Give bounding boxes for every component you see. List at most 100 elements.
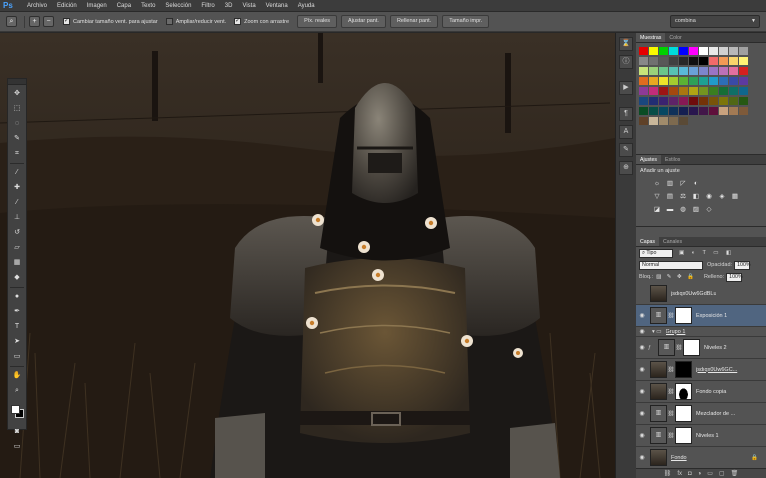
color-swatch[interactable]	[639, 107, 648, 115]
color-swatch[interactable]	[659, 57, 668, 65]
menu-seleccion[interactable]: Selección	[160, 0, 196, 12]
visibility-eye-icon[interactable]: ◉	[636, 410, 648, 417]
lasso-icon[interactable]: ◌	[10, 118, 24, 130]
levels-icon[interactable]: ▥	[665, 179, 675, 188]
color-swatch[interactable]	[639, 67, 648, 75]
color-swatch[interactable]	[699, 67, 708, 75]
layer-row[interactable]: ◉ ⛓ Fondo copia	[636, 381, 766, 403]
color-swatch[interactable]	[649, 97, 658, 105]
zoom-in-icon[interactable]: +	[29, 16, 40, 27]
menu-texto[interactable]: Texto	[136, 0, 160, 12]
chain-link-icon[interactable]: ⛓	[667, 367, 675, 373]
character-icon[interactable]: A	[619, 125, 633, 139]
color-swatch[interactable]	[649, 117, 658, 125]
color-swatch[interactable]	[659, 107, 668, 115]
color-swatch[interactable]	[639, 97, 648, 105]
color-swatch[interactable]	[679, 87, 688, 95]
layer-row[interactable]: ◉ ▥ ⛓ Mezclador de ...	[636, 403, 766, 425]
color-swatch[interactable]	[689, 47, 698, 55]
new-layer-icon[interactable]: ▢	[719, 469, 725, 478]
exposure-icon[interactable]: ◐	[691, 179, 701, 188]
layer-row[interactable]: ◉ Fondo 🔒	[636, 447, 766, 469]
menu-imagen[interactable]: Imagen	[82, 0, 112, 12]
workspace-select[interactable]: combina ▼	[670, 15, 760, 28]
visibility-eye-icon[interactable]: ◉	[636, 366, 648, 373]
fill-screen-button[interactable]: Rellenar pant.	[389, 15, 439, 28]
invert-icon[interactable]: ◪	[652, 205, 662, 214]
color-swatch[interactable]	[639, 47, 648, 55]
color-swatch[interactable]	[649, 47, 658, 55]
color-swatch[interactable]	[699, 57, 708, 65]
toolbar-grip[interactable]	[8, 79, 26, 85]
color-swatch[interactable]	[639, 87, 648, 95]
color-swatch[interactable]	[709, 47, 718, 55]
lookup-icon[interactable]: ▦	[730, 192, 740, 201]
layer-mask-thumbnail[interactable]	[675, 405, 692, 422]
layer-mask-thumbnail[interactable]	[675, 361, 692, 378]
color-swatch[interactable]	[699, 97, 708, 105]
threshold-icon[interactable]: ◍	[678, 205, 688, 214]
color-swatch[interactable]	[679, 47, 688, 55]
color-swatch[interactable]	[699, 47, 708, 55]
menu-ventana[interactable]: Ventana	[261, 0, 293, 12]
color-swatch[interactable]	[729, 77, 738, 85]
color-swatch[interactable]	[729, 47, 738, 55]
color-swatch[interactable]	[669, 107, 678, 115]
layer-thumbnail[interactable]	[650, 361, 667, 378]
clone-source-icon[interactable]: ⊕	[619, 161, 633, 175]
menu-archivo[interactable]: Archivo	[22, 0, 52, 12]
color-swatch[interactable]	[659, 87, 668, 95]
adjustment-thumbnail[interactable]: ▥	[650, 307, 667, 324]
color-swatch[interactable]	[669, 77, 678, 85]
color-swatch[interactable]	[659, 77, 668, 85]
heal-icon[interactable]: ✚	[10, 182, 24, 194]
chain-link-icon[interactable]: ⛓	[667, 313, 675, 319]
color-swatch[interactable]	[719, 97, 728, 105]
resize-windows-checkbox[interactable]: ✓ Cambiar tamaño vent. para ajustar	[63, 18, 158, 25]
color-swatch[interactable]	[649, 107, 658, 115]
layer-mask-thumbnail[interactable]	[675, 427, 692, 444]
layer-row[interactable]: ◉ ⛓ jsdıqx0Uw6GC...	[636, 359, 766, 381]
color-swatch[interactable]	[649, 67, 658, 75]
color-swatch[interactable]	[689, 97, 698, 105]
layer-row[interactable]: ◉ ƒ ▥ ⛓ Niveles 2	[636, 337, 766, 359]
color-swatch[interactable]	[649, 87, 658, 95]
color-swatch[interactable]	[679, 67, 688, 75]
photo-filter-icon[interactable]: ◉	[704, 192, 714, 201]
menu-vista[interactable]: Vista	[237, 0, 260, 12]
layer-thumbnail[interactable]	[650, 383, 667, 400]
tab-styles[interactable]: Estilos	[661, 155, 684, 164]
lock-icons[interactable]: ▨ ✎ ✥ 🔒	[656, 274, 696, 280]
color-swatch[interactable]	[739, 87, 748, 95]
zoom-icon[interactable]: ⌕	[10, 385, 24, 397]
color-swatch[interactable]	[669, 47, 678, 55]
color-swatch[interactable]	[699, 77, 708, 85]
color-swatch[interactable]	[719, 87, 728, 95]
visibility-eye-icon[interactable]: ◉	[636, 432, 648, 439]
move-icon[interactable]: ✥	[10, 88, 24, 100]
filter-icons[interactable]: ▣ ◐ T ▭ ◧	[679, 250, 734, 256]
mask-icon[interactable]: ◘	[688, 469, 692, 478]
posterize-icon[interactable]: ▬	[665, 205, 675, 214]
zoom-all-checkbox[interactable]: Ampliar/reducir vent.	[165, 18, 226, 25]
folder-icon[interactable]: ▾ ▭	[652, 329, 662, 335]
color-swatch[interactable]	[679, 57, 688, 65]
visibility-eye-icon[interactable]: ◉	[636, 312, 648, 319]
menu-3d[interactable]: 3D	[220, 0, 238, 12]
brushes-icon[interactable]: ✎	[619, 143, 633, 157]
tab-color[interactable]: Color	[665, 33, 685, 42]
mixer-icon[interactable]: ◈	[717, 192, 727, 201]
color-swatch[interactable]	[659, 117, 668, 125]
brightness-icon[interactable]: ☼	[652, 179, 662, 188]
color-swatch[interactable]	[669, 117, 678, 125]
kind-filter-select[interactable]: ⌕ Tipo	[639, 248, 673, 258]
color-swatch[interactable]	[689, 107, 698, 115]
visibility-eye-icon[interactable]: ◉	[636, 344, 648, 351]
color-swatch[interactable]	[669, 97, 678, 105]
dodge-icon[interactable]: ●	[10, 291, 24, 303]
color-swatch[interactable]	[729, 87, 738, 95]
color-swatch[interactable]	[729, 107, 738, 115]
color-swatch[interactable]	[709, 67, 718, 75]
hue-icon[interactable]: ▤	[665, 192, 675, 201]
color-swatch[interactable]	[739, 57, 748, 65]
